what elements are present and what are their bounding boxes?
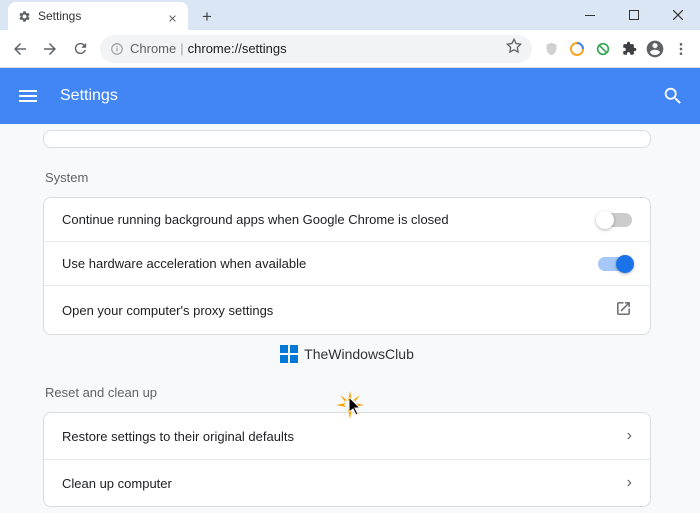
cleanup-computer-row[interactable]: Clean up computer › [44, 459, 650, 506]
profile-avatar-icon[interactable] [642, 35, 668, 63]
row-label: Clean up computer [62, 476, 627, 491]
reset-card: Restore settings to their original defau… [43, 412, 651, 507]
close-icon[interactable] [167, 11, 178, 22]
extension-green-icon[interactable] [590, 35, 616, 63]
tab-title: Settings [38, 9, 160, 23]
reset-section-label: Reset and clean up [45, 385, 651, 400]
browser-tab[interactable]: Settings [8, 2, 188, 30]
row-label: Open your computer's proxy settings [62, 303, 615, 318]
hamburger-menu-icon[interactable] [16, 84, 40, 108]
watermark-text: TheWindowsClub [304, 346, 414, 362]
windows-logo-icon [280, 345, 298, 363]
back-button[interactable] [6, 35, 34, 63]
proxy-settings-row[interactable]: Open your computer's proxy settings [44, 285, 650, 334]
background-apps-row[interactable]: Continue running background apps when Go… [44, 198, 650, 241]
bookmark-star-icon[interactable] [506, 38, 522, 59]
row-label: Restore settings to their original defau… [62, 429, 627, 444]
browser-toolbar: Chrome | chrome://settings [0, 30, 700, 68]
window-titlebar: Settings + [0, 0, 700, 30]
restore-defaults-row[interactable]: Restore settings to their original defau… [44, 413, 650, 459]
page-title: Settings [60, 87, 662, 105]
chevron-right-icon: › [627, 474, 632, 492]
hardware-accel-row[interactable]: Use hardware acceleration when available [44, 241, 650, 285]
gear-icon [18, 10, 31, 23]
row-label: Use hardware acceleration when available [62, 256, 598, 271]
new-tab-button[interactable]: + [194, 4, 220, 30]
window-close-button[interactable] [656, 0, 700, 30]
chevron-right-icon: › [627, 427, 632, 445]
minimize-button[interactable] [568, 0, 612, 30]
extensions-puzzle-icon[interactable] [616, 35, 642, 63]
omnibox-text: Chrome | chrome://settings [130, 41, 287, 56]
toggle-off[interactable] [598, 213, 632, 227]
info-icon [110, 42, 124, 56]
external-link-icon [615, 300, 632, 320]
search-icon[interactable] [662, 85, 684, 107]
reload-button[interactable] [66, 35, 94, 63]
settings-content: System Continue running background apps … [0, 124, 700, 513]
address-bar[interactable]: Chrome | chrome://settings [100, 35, 532, 63]
extension-circle-icon[interactable] [564, 35, 590, 63]
window-controls [568, 0, 700, 30]
maximize-button[interactable] [612, 0, 656, 30]
previous-card-stub [43, 130, 651, 148]
row-label: Continue running background apps when Go… [62, 212, 598, 227]
menu-dots-icon[interactable] [668, 35, 694, 63]
toggle-on[interactable] [598, 257, 632, 271]
system-section-label: System [45, 170, 651, 185]
settings-header: Settings [0, 68, 700, 124]
system-card: Continue running background apps when Go… [43, 197, 651, 335]
forward-button[interactable] [36, 35, 64, 63]
watermark: TheWindowsClub [43, 345, 651, 363]
extension-shield-icon[interactable] [538, 35, 564, 63]
